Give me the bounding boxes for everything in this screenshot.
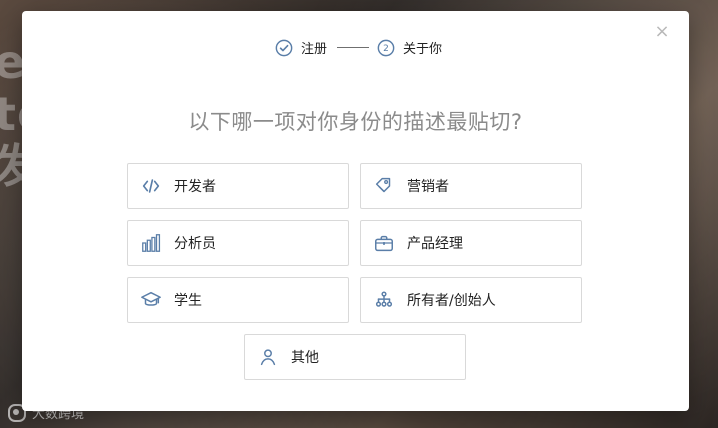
option-owner-founder-label: 所有者/创始人 xyxy=(407,293,496,309)
step-1-label: 注册 xyxy=(301,42,328,57)
option-product-manager[interactable]: 产品经理 xyxy=(360,220,582,266)
step-2-number: 2 xyxy=(383,44,389,54)
option-student[interactable]: 学生 xyxy=(127,277,349,323)
option-owner-founder[interactable]: 所有者/创始人 xyxy=(360,277,582,323)
bar-chart-icon xyxy=(140,232,162,254)
check-circle-icon xyxy=(275,39,293,56)
briefcase-icon xyxy=(373,232,395,254)
modal-title: 以下哪一项对你身份的描述最贴切? xyxy=(188,110,523,134)
about-you-modal: × 注册 2 关于你 以下哪一项对你身份的描述最贴切? 开发者 营销者 分析员 … xyxy=(22,11,689,411)
option-developer[interactable]: 开发者 xyxy=(127,163,349,209)
org-chart-icon xyxy=(373,289,395,311)
user-icon xyxy=(257,346,279,368)
option-student-label: 学生 xyxy=(174,293,202,309)
step-1: 注册 xyxy=(275,38,327,57)
close-icon: × xyxy=(654,21,670,42)
graduation-cap-icon xyxy=(140,289,162,311)
option-analyst-label: 分析员 xyxy=(174,236,216,252)
step-2: 2 关于你 xyxy=(377,38,442,57)
option-product-manager-label: 产品经理 xyxy=(407,236,463,252)
step-2-number-icon: 2 xyxy=(377,39,395,56)
close-button[interactable]: × xyxy=(653,23,671,41)
option-developer-label: 开发者 xyxy=(174,179,216,195)
tags-icon xyxy=(373,175,395,197)
step-2-label: 关于你 xyxy=(403,42,443,57)
option-marketer-label: 营销者 xyxy=(407,179,449,195)
option-marketer[interactable]: 营销者 xyxy=(360,163,582,209)
option-other-label: 其他 xyxy=(291,350,319,366)
steps-separator xyxy=(337,47,370,48)
code-icon xyxy=(140,175,162,197)
option-analyst[interactable]: 分析员 xyxy=(127,220,349,266)
signup-steps: 注册 2 关于你 xyxy=(275,38,442,57)
option-other[interactable]: 其他 xyxy=(244,334,466,380)
